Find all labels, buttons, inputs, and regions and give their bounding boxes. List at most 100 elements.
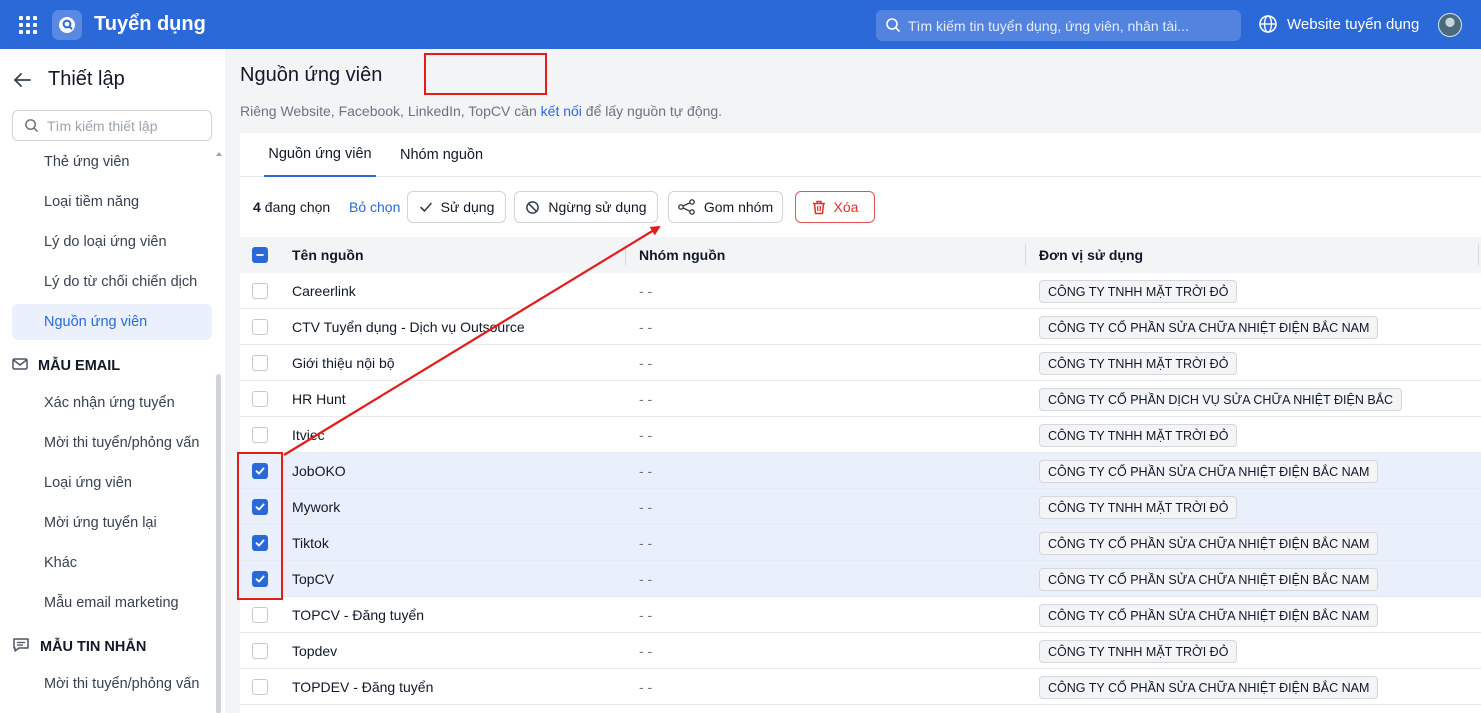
sidebar-title: Thiết lập bbox=[48, 68, 125, 90]
unit-tag: CÔNG TY CỔ PHẦN SỬA CHỮA NHIỆT ĐIỆN BẮC … bbox=[1039, 316, 1379, 339]
use-button[interactable]: Sử dụng bbox=[407, 191, 506, 223]
sidebar-scroll-up-icon[interactable] bbox=[216, 152, 222, 156]
cell-source-name: JobOKO bbox=[292, 463, 346, 479]
minus-icon bbox=[256, 254, 264, 256]
app-title: Tuyển dụng bbox=[94, 13, 206, 35]
cell-source-group: - - bbox=[639, 679, 653, 695]
sidebar-item-email-interview[interactable]: Mời thi tuyển/phỏng vấn bbox=[12, 425, 212, 461]
sidebar-item-email-marketing[interactable]: Mẫu email marketing bbox=[12, 585, 212, 621]
cell-source-name: TOPCV - Đăng tuyển bbox=[292, 607, 425, 623]
table-header: Tên nguồn Nhóm nguồn Đơn vị sử dụng bbox=[240, 237, 1481, 273]
cell-source-name: Giới thiệu nội bộ bbox=[292, 355, 395, 371]
unit-tag: CÔNG TY TNHH MẶT TRỜI ĐỎ bbox=[1039, 352, 1238, 375]
apps-grid-icon[interactable] bbox=[19, 16, 37, 34]
page-subtitle: Riêng Website, Facebook, LinkedIn, TopCV… bbox=[240, 103, 722, 119]
sidebar-item-rejection-reasons[interactable]: Lý do loại ứng viên bbox=[12, 224, 212, 260]
table-row[interactable]: Mywork - - CÔNG TY TNHH MẶT TRỜI ĐỎ bbox=[240, 489, 1481, 525]
row-checkbox[interactable] bbox=[252, 283, 268, 299]
sidebar-item-email-confirm[interactable]: Xác nhận ứng tuyển bbox=[12, 385, 212, 421]
check-icon bbox=[419, 202, 432, 212]
page-subtitle-before: Riêng Website, Facebook, LinkedIn, TopCV… bbox=[240, 103, 541, 119]
user-avatar[interactable] bbox=[1438, 13, 1462, 37]
cell-source-name: Itviec bbox=[292, 427, 325, 443]
sidebar-item-campaign-decline-reasons[interactable]: Lý do từ chối chiến dịch bbox=[12, 264, 212, 300]
sidebar-item-candidate-tags[interactable]: Thẻ ứng viên bbox=[12, 144, 212, 180]
sidebar-section-email: MẪU EMAIL bbox=[12, 354, 212, 378]
column-divider bbox=[1025, 244, 1026, 266]
column-header-source-group[interactable]: Nhóm nguồn bbox=[639, 237, 725, 273]
global-search-input[interactable]: Tìm kiếm tin tuyển dụng, ứng viên, nhân … bbox=[876, 10, 1241, 41]
sidebar-section-sms: MẪU TIN NHẮN bbox=[12, 635, 212, 659]
settings-sidebar: Thiết lập Tìm kiếm thiết lập Thẻ ứng viê… bbox=[0, 49, 225, 713]
row-checkbox[interactable] bbox=[252, 679, 268, 695]
unit-tag: CÔNG TY CỔ PHẦN SỬA CHỮA NHIỆT ĐIỆN BẮC … bbox=[1039, 532, 1379, 555]
cell-source-name: Careerlink bbox=[292, 283, 356, 299]
cell-source-group: - - bbox=[639, 463, 653, 479]
column-divider bbox=[1478, 244, 1479, 266]
row-checkbox[interactable] bbox=[252, 427, 268, 443]
group-button-label: Gom nhóm bbox=[703, 199, 774, 215]
cell-source-group: - - bbox=[639, 535, 653, 551]
sources-card: Nguồn ứng viên Nhóm nguồn 4 đang chọn Bỏ … bbox=[240, 133, 1481, 713]
selected-checkboxes-highlight bbox=[237, 452, 283, 600]
table-row[interactable]: Careerlink - - CÔNG TY TNHH MẶT TRỜI ĐỎ bbox=[240, 273, 1481, 309]
sidebar-item-sms-interview[interactable]: Mời thi tuyển/phỏng vấn bbox=[12, 666, 212, 702]
cell-source-group: - - bbox=[639, 427, 653, 443]
selected-count-number: 4 bbox=[253, 199, 261, 215]
column-header-unit[interactable]: Đơn vị sử dụng bbox=[1039, 237, 1143, 273]
select-all-checkbox[interactable] bbox=[252, 247, 268, 263]
website-link[interactable]: Website tuyển dụng bbox=[1258, 14, 1419, 34]
sidebar-item-candidate-sources[interactable]: Nguồn ứng viên bbox=[12, 304, 212, 340]
cell-source-group: - - bbox=[639, 391, 653, 407]
tabs-bar: Nguồn ứng viên Nhóm nguồn bbox=[240, 133, 1481, 177]
unit-tag: CÔNG TY TNHH MẶT TRỜI ĐỎ bbox=[1039, 640, 1238, 663]
sidebar-scrollbar[interactable] bbox=[216, 374, 221, 713]
page-title: Nguồn ứng viên bbox=[240, 64, 383, 86]
sidebar-item-email-other[interactable]: Khác bbox=[12, 545, 212, 581]
row-checkbox[interactable] bbox=[252, 355, 268, 371]
selected-count: 4 đang chọn bbox=[253, 199, 330, 215]
table-row[interactable]: Itviec - - CÔNG TY TNHH MẶT TRỜI ĐỎ bbox=[240, 417, 1481, 453]
table-row[interactable]: JobOKO - - CÔNG TY CỔ PHẦN SỬA CHỮA NHIỆT … bbox=[240, 453, 1481, 489]
clear-selection-link[interactable]: Bỏ chọn bbox=[349, 199, 400, 215]
connect-link[interactable]: kết nối bbox=[541, 103, 582, 119]
row-checkbox[interactable] bbox=[252, 643, 268, 659]
unit-tag: CÔNG TY CỔ PHẦN SỬA CHỮA NHIỆT ĐIỆN BẮC … bbox=[1039, 604, 1379, 627]
row-checkbox[interactable] bbox=[252, 319, 268, 335]
table-row[interactable]: Giới thiệu nội bộ - - CÔNG TY TNHH MẶT TRỜ… bbox=[240, 345, 1481, 381]
table-row[interactable]: CTV Tuyển dụng - Dịch vụ Outsource - - CÔN… bbox=[240, 309, 1481, 345]
cell-source-group: - - bbox=[639, 643, 653, 659]
table-row[interactable]: TopCV - - CÔNG TY CỔ PHẦN SỬA CHỮA NHIỆT Đ… bbox=[240, 561, 1481, 597]
row-checkbox[interactable] bbox=[252, 391, 268, 407]
cell-source-name: CTV Tuyển dụng - Dịch vụ Outsource bbox=[292, 319, 525, 335]
table-row[interactable]: Topdev - - CÔNG TY TNHH MẶT TRỜI ĐỎ bbox=[240, 633, 1481, 669]
share-nodes-icon bbox=[677, 199, 695, 215]
ban-icon bbox=[526, 200, 540, 214]
stop-using-button[interactable]: Ngừng sử dụng bbox=[514, 191, 658, 223]
back-arrow-icon[interactable] bbox=[12, 70, 32, 93]
column-header-source-name[interactable]: Tên nguồn bbox=[292, 237, 364, 273]
sidebar-section-email-label: MẪU EMAIL bbox=[38, 358, 121, 374]
group-button-highlight bbox=[424, 53, 547, 95]
sidebar-item-potential-types[interactable]: Loại tiềm năng bbox=[12, 184, 212, 220]
row-checkbox[interactable] bbox=[252, 607, 268, 623]
unit-tag: CÔNG TY CỔ PHẦN SỬA CHỮA NHIỆT ĐIỆN BẮC … bbox=[1039, 460, 1379, 483]
table-row[interactable]: HR Hunt - - CÔNG TY CỔ PHẦN DỊCH VỤ SỬA CH… bbox=[240, 381, 1481, 417]
delete-button[interactable]: Xóa bbox=[795, 191, 875, 223]
table-row[interactable]: TOPCV - Đăng tuyển - - CÔNG TY CỔ PHẦN SỬA… bbox=[240, 597, 1481, 633]
group-button[interactable]: Gom nhóm bbox=[668, 191, 783, 223]
cell-source-group: - - bbox=[639, 283, 653, 299]
unit-tag: CÔNG TY TNHH MẶT TRỜI ĐỎ bbox=[1039, 424, 1238, 447]
trash-icon bbox=[812, 200, 825, 214]
table-row[interactable]: Tiktok - - CÔNG TY CỔ PHẦN SỬA CHỮA NHIỆT … bbox=[240, 525, 1481, 561]
tab-source-groups[interactable]: Nhóm nguồn bbox=[400, 133, 483, 177]
page-subtitle-after: để lấy nguồn tự động. bbox=[581, 103, 723, 119]
table-row[interactable]: TOPDEV - Đăng tuyển - - CÔNG TY CỔ PHẦN SỬ… bbox=[240, 669, 1481, 705]
settings-search-input[interactable]: Tìm kiếm thiết lập bbox=[12, 110, 212, 141]
tab-candidate-sources[interactable]: Nguồn ứng viên bbox=[264, 133, 376, 177]
sidebar-item-email-reinvite[interactable]: Mời ứng tuyển lại bbox=[12, 505, 212, 541]
selected-count-label: đang chọn bbox=[264, 199, 331, 215]
sidebar-item-email-reject[interactable]: Loại ứng viên bbox=[12, 465, 212, 501]
cell-source-name: Mywork bbox=[292, 499, 341, 515]
unit-tag: CÔNG TY CỔ PHẦN DỊCH VỤ SỬA CHỮA NHIỆT Đ… bbox=[1039, 388, 1403, 411]
